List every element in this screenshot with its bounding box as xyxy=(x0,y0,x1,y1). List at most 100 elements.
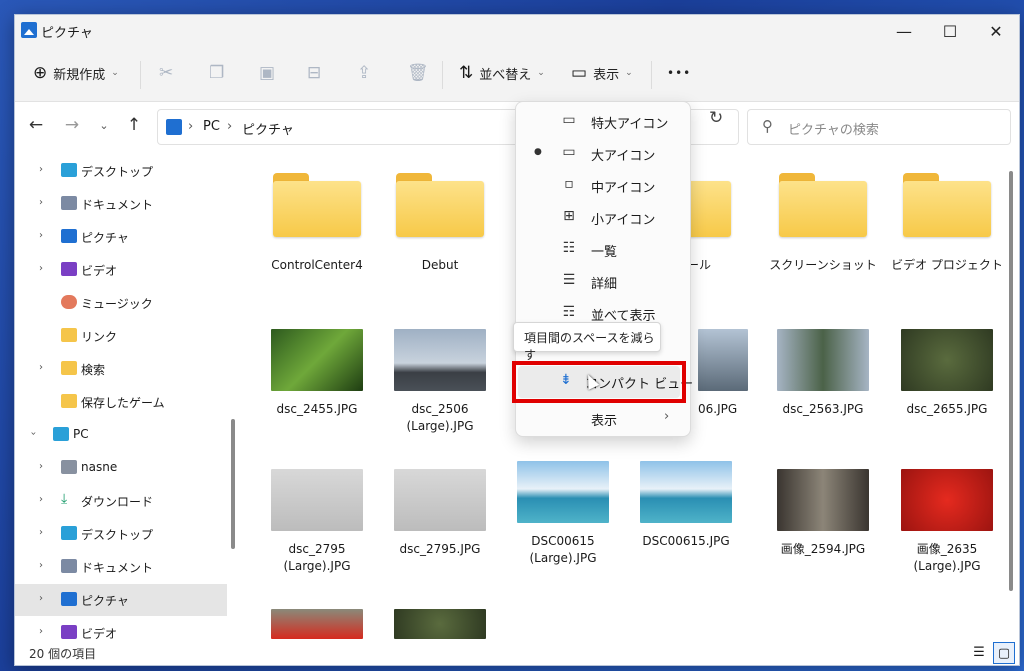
view-icon: ▭ xyxy=(571,63,588,83)
menu-item-show[interactable]: 表示 › xyxy=(516,403,690,435)
maximize-button[interactable]: ☐ xyxy=(927,15,973,47)
sidebar-item-downloads[interactable]: › ⤓ ダウンロード xyxy=(15,485,227,517)
photo-thumbnail xyxy=(777,329,869,391)
menu-item-label: 小アイコン xyxy=(591,213,656,228)
sidebar-item-desktop[interactable]: › デスクトップ xyxy=(15,155,227,187)
photo-item[interactable]: DSC00615 (Large).JPG xyxy=(508,461,618,567)
close-button[interactable]: ✕ xyxy=(973,15,1019,47)
sort-button[interactable]: ⇅ 並べ替え ⌄ xyxy=(459,57,545,89)
sidebar-item-documents[interactable]: › ドキュメント xyxy=(15,551,227,583)
copy-button[interactable]: ❐ xyxy=(209,57,224,89)
photo-thumbnail xyxy=(901,469,993,531)
menu-item-list[interactable]: ☷ 一覧 xyxy=(516,234,690,266)
title-bar: ピクチャ — ☐ ✕ xyxy=(15,15,1019,47)
view-button[interactable]: ▭ 表示 ⌄ xyxy=(571,57,633,89)
rename-button[interactable]: ⊟ xyxy=(307,57,321,89)
photo-item[interactable]: 画像_2635 (Large).JPG xyxy=(891,469,1003,575)
chevron-right-icon: › xyxy=(39,362,43,373)
up-arrow-icon[interactable]: ↑ xyxy=(121,112,147,138)
photo-item[interactable]: 06.JPG xyxy=(688,329,748,418)
breadcrumb-pc[interactable]: PC xyxy=(203,119,220,134)
sidebar-item-label: nasne xyxy=(81,460,118,474)
sidebar-item-pictures[interactable]: › ピクチャ xyxy=(15,584,227,616)
sidebar-item-links[interactable]: リンク xyxy=(15,320,227,352)
chevron-right-icon: › xyxy=(39,494,43,505)
delete-button[interactable]: 🗑 xyxy=(407,57,429,89)
sidebar-item-nasne[interactable]: › nasne xyxy=(15,452,227,484)
sort-label: 並べ替え xyxy=(479,67,532,83)
details-icon: ☰ xyxy=(562,272,576,288)
pictures-icon xyxy=(21,22,37,38)
folder-item[interactable]: スクリーンショット xyxy=(768,173,878,274)
photo-item[interactable]: dsc_2795.JPG xyxy=(385,469,495,558)
photo-thumbnail xyxy=(698,329,748,391)
paste-button[interactable]: ▣ xyxy=(259,57,275,89)
photo-item[interactable]: dsc_2563.JPG xyxy=(768,329,878,418)
forward-arrow-icon[interactable]: → xyxy=(59,112,85,138)
chevron-right-icon: › xyxy=(39,164,43,175)
breadcrumb-pictures[interactable]: ピクチャ xyxy=(242,119,294,138)
photo-item[interactable] xyxy=(262,609,372,639)
item-name: 06.JPG xyxy=(698,402,738,416)
item-name: dsc_2455.JPG xyxy=(276,402,358,416)
sidebar-item-saved-games[interactable]: 保存したゲーム xyxy=(15,386,227,418)
extra-large-icons-icon: ▭ xyxy=(562,112,576,128)
desktop-icon xyxy=(61,163,77,177)
refresh-icon[interactable]: ↻ xyxy=(709,108,723,128)
photo-item[interactable]: dsc_2655.JPG xyxy=(891,329,1003,418)
photo-item[interactable]: DSC00615.JPG xyxy=(631,461,741,550)
chevron-down-icon: ⌄ xyxy=(111,68,119,78)
sidebar-item-searches[interactable]: › 検索 xyxy=(15,353,227,385)
menu-item-medium-icons[interactable]: ▫ 中アイコン xyxy=(516,170,690,202)
view-label: 表示 xyxy=(593,67,620,83)
content-scrollbar[interactable] xyxy=(1005,151,1017,639)
folder-icon xyxy=(779,173,867,237)
sidebar-item-desktop[interactable]: › デスクトップ xyxy=(15,518,227,550)
sidebar-item-documents[interactable]: › ドキュメント xyxy=(15,188,227,220)
photo-item[interactable]: dsc_2795 (Large).JPG xyxy=(262,469,372,575)
folder-item[interactable]: Debut xyxy=(385,173,495,274)
photo-item[interactable]: 画像_2594.JPG xyxy=(768,469,878,558)
photo-item[interactable] xyxy=(385,609,495,639)
sidebar-item-pictures[interactable]: › ピクチャ xyxy=(15,221,227,253)
medium-icons-icon: ▫ xyxy=(564,176,574,192)
item-name: 画像_2635 (Large).JPG xyxy=(913,542,981,573)
sidebar-item-videos[interactable]: › ビデオ xyxy=(15,254,227,286)
window-title: ピクチャ xyxy=(41,26,93,41)
divider xyxy=(651,61,652,89)
item-name: 画像_2594.JPG xyxy=(780,542,866,556)
share-button[interactable]: ⇪ xyxy=(357,57,371,89)
photo-item[interactable]: dsc_2506 (Large).JPG xyxy=(385,329,495,435)
folder-icon xyxy=(903,173,991,237)
folder-item[interactable]: ControlCenter4 xyxy=(262,173,372,274)
menu-item-extra-large-icons[interactable]: ▭ 特大アイコン xyxy=(516,106,690,138)
tooltip: 項目間のスペースを減らす xyxy=(513,322,661,362)
new-button[interactable]: ⊕ 新規作成 ⌄ xyxy=(33,57,119,89)
back-arrow-icon[interactable]: ← xyxy=(23,112,49,138)
sidebar-item-label: 検索 xyxy=(81,363,106,377)
photo-item[interactable]: dsc_2455.JPG xyxy=(262,329,372,418)
video-icon xyxy=(61,625,77,639)
paste-icon: ▣ xyxy=(259,63,276,83)
large-icons-view-icon[interactable]: ▢ xyxy=(993,642,1015,664)
chevron-right-icon: › xyxy=(39,560,43,571)
cut-button[interactable]: ✂ xyxy=(159,57,173,89)
menu-item-small-icons[interactable]: ⊞ 小アイコン xyxy=(516,202,690,234)
see-more-button[interactable]: ••• xyxy=(667,57,691,89)
folder-icon xyxy=(61,394,77,408)
folder-item[interactable]: ビデオ プロジェクト xyxy=(891,173,1003,274)
sidebar-item-pc[interactable]: › PC xyxy=(15,419,227,451)
recent-locations-chevron-icon[interactable]: ⌄ xyxy=(91,112,117,138)
network-drive-icon xyxy=(61,460,77,474)
item-name: dsc_2563.JPG xyxy=(782,402,864,416)
menu-item-large-icons[interactable]: ● ▭ 大アイコン xyxy=(516,138,690,170)
chevron-down-icon: ⌄ xyxy=(537,68,545,78)
details-view-icon[interactable]: ☰ xyxy=(969,642,989,662)
sidebar-item-label: リンク xyxy=(81,330,118,344)
sidebar-scrollbar[interactable] xyxy=(231,419,235,549)
minimize-button[interactable]: — xyxy=(881,15,927,47)
search-box[interactable]: ⚲ ピクチャの検索 xyxy=(747,109,1011,145)
menu-item-label: 一覧 xyxy=(591,245,618,260)
menu-item-details[interactable]: ☰ 詳細 xyxy=(516,266,690,298)
sidebar-item-music[interactable]: ミュージック xyxy=(15,287,227,319)
